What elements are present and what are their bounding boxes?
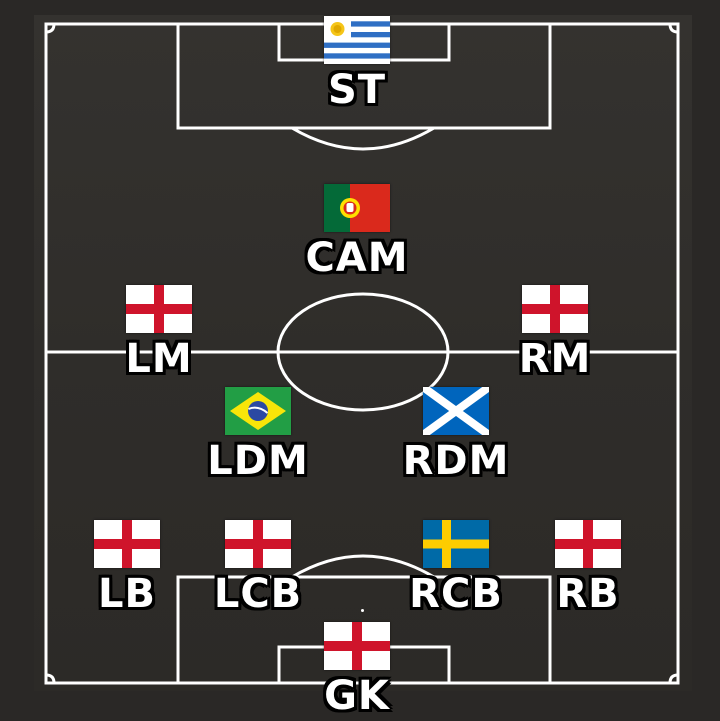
england-flag [94,520,160,568]
england-flag [555,520,621,568]
brazil-flag [225,387,291,435]
position-label-lm: LM [125,336,193,382]
player-st[interactable]: ST [287,16,427,112]
position-label-rm: RM [518,336,592,382]
scotland-flag [423,387,489,435]
position-label-lb: LB [98,571,156,617]
england-flag [126,285,192,333]
player-lcb[interactable]: LCB [188,520,328,616]
position-label-rb: RB [556,571,620,617]
portugal-flag [324,184,390,232]
england-flag [225,520,291,568]
position-label-st: ST [327,67,387,113]
position-label-rcb: RCB [409,571,503,617]
top-penalty-arc [291,126,435,151]
position-label-lcb: LCB [213,571,303,617]
player-lm[interactable]: LM [89,285,229,381]
player-ldm[interactable]: LDM [188,387,328,483]
position-label-ldm: LDM [207,438,309,484]
position-label-rdm: RDM [402,438,510,484]
player-lb[interactable]: LB [57,520,197,616]
position-label-gk: GK [324,673,390,719]
player-gk[interactable]: GK [287,622,427,718]
sweden-flag [423,520,489,568]
player-rcb[interactable]: RCB [386,520,526,616]
position-label-cam: CAM [305,235,409,281]
player-cam[interactable]: CAM [287,184,427,280]
penalty-spot [361,609,364,612]
uruguay-flag [324,16,390,64]
england-flag [324,622,390,670]
england-flag [522,285,588,333]
player-rm[interactable]: RM [485,285,625,381]
player-rb[interactable]: RB [518,520,658,616]
player-rdm[interactable]: RDM [386,387,526,483]
